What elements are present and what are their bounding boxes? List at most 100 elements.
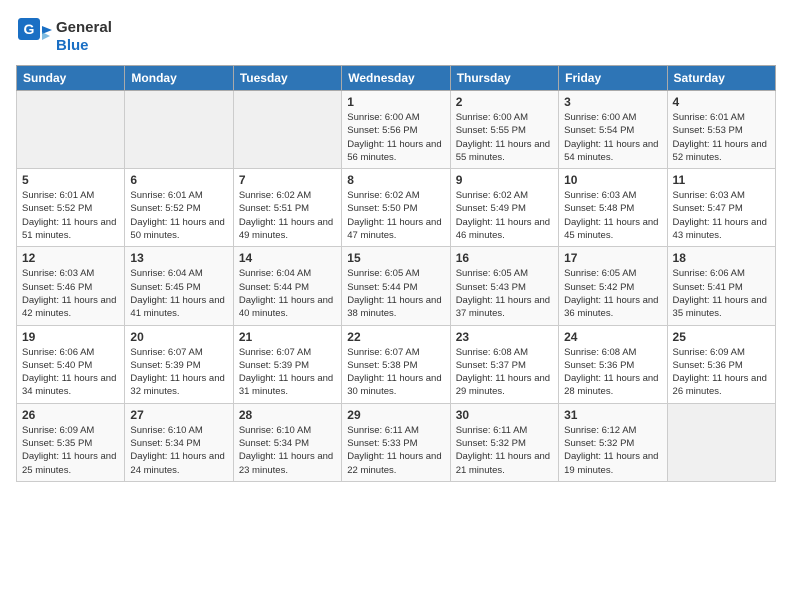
calendar-cell: 12 Sunrise: 6:03 AM Sunset: 5:46 PM Dayli… [17, 247, 125, 325]
day-info: Sunrise: 6:05 AM Sunset: 5:43 PM Dayligh… [456, 267, 553, 320]
logo: G General Blue [16, 16, 112, 57]
day-number: 29 [347, 408, 444, 422]
day-of-week-header: Friday [559, 66, 667, 91]
calendar-cell: 7 Sunrise: 6:02 AM Sunset: 5:51 PM Daylig… [233, 169, 341, 247]
day-of-week-header: Sunday [17, 66, 125, 91]
calendar-cell: 31 Sunrise: 6:12 AM Sunset: 5:32 PM Dayli… [559, 403, 667, 481]
day-info: Sunrise: 6:03 AM Sunset: 5:46 PM Dayligh… [22, 267, 119, 320]
day-number: 9 [456, 173, 553, 187]
day-number: 17 [564, 251, 661, 265]
day-info: Sunrise: 6:05 AM Sunset: 5:42 PM Dayligh… [564, 267, 661, 320]
calendar-cell: 24 Sunrise: 6:08 AM Sunset: 5:36 PM Dayli… [559, 325, 667, 403]
logo-line2: Blue [56, 37, 112, 55]
day-of-week-header: Wednesday [342, 66, 450, 91]
day-number: 6 [130, 173, 227, 187]
day-info: Sunrise: 6:01 AM Sunset: 5:53 PM Dayligh… [673, 111, 770, 164]
calendar-cell: 30 Sunrise: 6:11 AM Sunset: 5:32 PM Dayli… [450, 403, 558, 481]
calendar-cell: 1 Sunrise: 6:00 AM Sunset: 5:56 PM Daylig… [342, 91, 450, 169]
day-info: Sunrise: 6:01 AM Sunset: 5:52 PM Dayligh… [22, 189, 119, 242]
calendar-cell: 11 Sunrise: 6:03 AM Sunset: 5:47 PM Dayli… [667, 169, 775, 247]
calendar-cell: 9Sunrise: 6:02 AM Sunset: 5:49 PM Daylig… [450, 169, 558, 247]
day-info: Sunrise: 6:09 AM Sunset: 5:35 PM Dayligh… [22, 424, 119, 477]
day-info: Sunrise: 6:07 AM Sunset: 5:39 PM Dayligh… [239, 346, 336, 399]
calendar-cell: 10 Sunrise: 6:03 AM Sunset: 5:48 PM Dayli… [559, 169, 667, 247]
calendar-cell [233, 91, 341, 169]
calendar-cell: 19 Sunrise: 6:06 AM Sunset: 5:40 PM Dayli… [17, 325, 125, 403]
calendar-cell: 14 Sunrise: 6:04 AM Sunset: 5:44 PM Dayli… [233, 247, 341, 325]
day-info: Sunrise: 6:01 AM Sunset: 5:52 PM Dayligh… [130, 189, 227, 242]
calendar-cell: 29Sunrise: 6:11 AM Sunset: 5:33 PM Dayli… [342, 403, 450, 481]
day-number: 22 [347, 330, 444, 344]
day-info: Sunrise: 6:00 AM Sunset: 5:55 PM Dayligh… [456, 111, 553, 164]
day-of-week-header: Monday [125, 66, 233, 91]
calendar-cell: 20Sunrise: 6:07 AM Sunset: 5:39 PM Dayli… [125, 325, 233, 403]
day-info: Sunrise: 6:10 AM Sunset: 5:34 PM Dayligh… [130, 424, 227, 477]
calendar-cell: 16 Sunrise: 6:05 AM Sunset: 5:43 PM Dayli… [450, 247, 558, 325]
calendar-header-row: SundayMondayTuesdayWednesdayThursdayFrid… [17, 66, 776, 91]
day-number: 25 [673, 330, 770, 344]
logo-icon: G [16, 16, 52, 52]
day-number: 13 [130, 251, 227, 265]
calendar-table: SundayMondayTuesdayWednesdayThursdayFrid… [16, 65, 776, 482]
day-number: 1 [347, 95, 444, 109]
day-info: Sunrise: 6:08 AM Sunset: 5:36 PM Dayligh… [564, 346, 661, 399]
day-number: 16 [456, 251, 553, 265]
day-number: 4 [673, 95, 770, 109]
day-number: 30 [456, 408, 553, 422]
day-number: 8 [347, 173, 444, 187]
calendar-cell [667, 403, 775, 481]
day-info: Sunrise: 6:09 AM Sunset: 5:36 PM Dayligh… [673, 346, 770, 399]
day-number: 7 [239, 173, 336, 187]
calendar-week-row: 12 Sunrise: 6:03 AM Sunset: 5:46 PM Dayli… [17, 247, 776, 325]
svg-text:G: G [24, 21, 35, 37]
day-info: Sunrise: 6:00 AM Sunset: 5:56 PM Dayligh… [347, 111, 444, 164]
calendar-week-row: 1 Sunrise: 6:00 AM Sunset: 5:56 PM Daylig… [17, 91, 776, 169]
day-info: Sunrise: 6:04 AM Sunset: 5:45 PM Dayligh… [130, 267, 227, 320]
day-number: 18 [673, 251, 770, 265]
calendar-cell: 25 Sunrise: 6:09 AM Sunset: 5:36 PM Dayli… [667, 325, 775, 403]
day-info: Sunrise: 6:06 AM Sunset: 5:41 PM Dayligh… [673, 267, 770, 320]
day-info: Sunrise: 6:10 AM Sunset: 5:34 PM Dayligh… [239, 424, 336, 477]
day-number: 19 [22, 330, 119, 344]
calendar-cell: 18 Sunrise: 6:06 AM Sunset: 5:41 PM Dayli… [667, 247, 775, 325]
calendar-cell: 27 Sunrise: 6:10 AM Sunset: 5:34 PM Dayli… [125, 403, 233, 481]
day-number: 14 [239, 251, 336, 265]
calendar-week-row: 5 Sunrise: 6:01 AM Sunset: 5:52 PM Daylig… [17, 169, 776, 247]
day-number: 15 [347, 251, 444, 265]
day-info: Sunrise: 6:00 AM Sunset: 5:54 PM Dayligh… [564, 111, 661, 164]
day-info: Sunrise: 6:02 AM Sunset: 5:51 PM Dayligh… [239, 189, 336, 242]
day-number: 5 [22, 173, 119, 187]
day-info: Sunrise: 6:04 AM Sunset: 5:44 PM Dayligh… [239, 267, 336, 320]
day-info: Sunrise: 6:08 AM Sunset: 5:37 PM Dayligh… [456, 346, 553, 399]
day-number: 3 [564, 95, 661, 109]
calendar-cell: 4 Sunrise: 6:01 AM Sunset: 5:53 PM Daylig… [667, 91, 775, 169]
calendar-cell: 17 Sunrise: 6:05 AM Sunset: 5:42 PM Dayli… [559, 247, 667, 325]
day-number: 20 [130, 330, 227, 344]
day-number: 2 [456, 95, 553, 109]
day-info: Sunrise: 6:11 AM Sunset: 5:32 PM Dayligh… [456, 424, 553, 477]
calendar-cell: 2 Sunrise: 6:00 AM Sunset: 5:55 PM Daylig… [450, 91, 558, 169]
calendar-cell: 26Sunrise: 6:09 AM Sunset: 5:35 PM Dayli… [17, 403, 125, 481]
calendar-cell: 8 Sunrise: 6:02 AM Sunset: 5:50 PM Daylig… [342, 169, 450, 247]
day-number: 24 [564, 330, 661, 344]
calendar-cell: 22 Sunrise: 6:07 AM Sunset: 5:38 PM Dayli… [342, 325, 450, 403]
day-info: Sunrise: 6:03 AM Sunset: 5:47 PM Dayligh… [673, 189, 770, 242]
calendar-cell: 6 Sunrise: 6:01 AM Sunset: 5:52 PM Daylig… [125, 169, 233, 247]
day-info: Sunrise: 6:03 AM Sunset: 5:48 PM Dayligh… [564, 189, 661, 242]
day-number: 12 [22, 251, 119, 265]
day-info: Sunrise: 6:06 AM Sunset: 5:40 PM Dayligh… [22, 346, 119, 399]
day-number: 21 [239, 330, 336, 344]
day-number: 31 [564, 408, 661, 422]
day-number: 10 [564, 173, 661, 187]
calendar-cell: 15 Sunrise: 6:05 AM Sunset: 5:44 PM Dayli… [342, 247, 450, 325]
day-info: Sunrise: 6:07 AM Sunset: 5:38 PM Dayligh… [347, 346, 444, 399]
calendar-cell: 21 Sunrise: 6:07 AM Sunset: 5:39 PM Dayli… [233, 325, 341, 403]
day-number: 27 [130, 408, 227, 422]
calendar-cell [125, 91, 233, 169]
day-info: Sunrise: 6:05 AM Sunset: 5:44 PM Dayligh… [347, 267, 444, 320]
calendar-cell [17, 91, 125, 169]
day-info: Sunrise: 6:12 AM Sunset: 5:32 PM Dayligh… [564, 424, 661, 477]
calendar-cell: 28Sunrise: 6:10 AM Sunset: 5:34 PM Dayli… [233, 403, 341, 481]
day-info: Sunrise: 6:02 AM Sunset: 5:50 PM Dayligh… [347, 189, 444, 242]
day-number: 11 [673, 173, 770, 187]
